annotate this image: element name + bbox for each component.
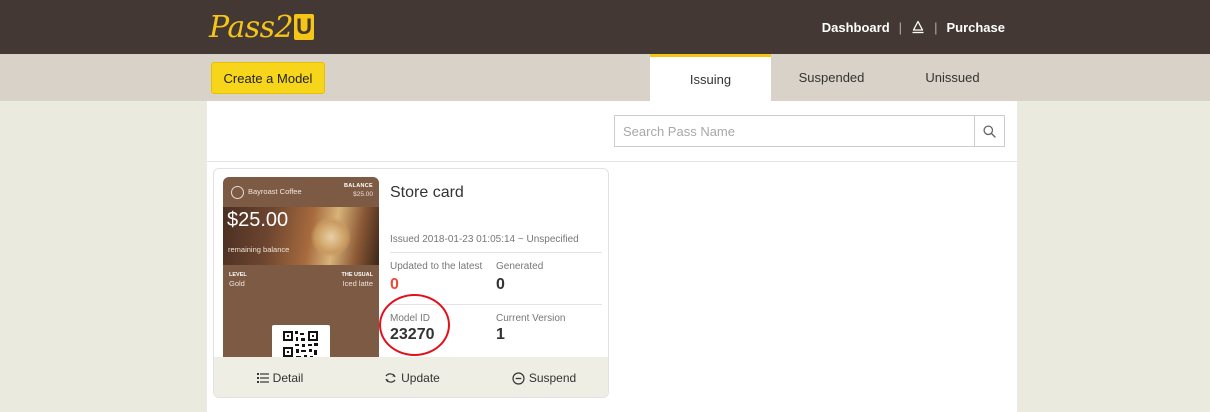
pass-model-card: Bayroast Coffee BALANCE $25.00 $25.00 re…	[213, 168, 609, 398]
logo-badge: U	[294, 14, 314, 40]
search-button[interactable]	[974, 116, 1004, 146]
pass-status-tabs: Issuing Suspended Unissued	[650, 54, 1013, 101]
highlight-circle	[379, 294, 450, 356]
update-label: Update	[401, 371, 440, 385]
detail-label: Detail	[272, 371, 304, 385]
pass-balance-label: BALANCE	[344, 183, 373, 189]
logo-text: Pass2	[209, 10, 294, 45]
dashboard-link[interactable]: Dashboard	[822, 20, 890, 35]
issued-date: Issued 2018-01-23 01:05:14 ~ Unspecified	[390, 234, 579, 245]
current-version-label: Current Version	[496, 313, 566, 324]
content-divider	[207, 161, 1017, 162]
card-actions: Detail Update Suspend	[214, 357, 608, 397]
tab-issuing[interactable]: Issuing	[650, 54, 771, 101]
detail-button[interactable]: Detail	[214, 371, 346, 385]
list-icon	[256, 373, 269, 383]
generated-value: 0	[496, 276, 505, 293]
pass-remaining-label: remaining balance	[228, 245, 290, 254]
nav-separator: |	[898, 19, 903, 35]
update-button[interactable]: Update	[346, 371, 478, 385]
suspend-label: Suspend	[528, 371, 577, 385]
updated-value: 0	[390, 276, 399, 293]
tab-suspended[interactable]: Suspended	[771, 54, 892, 101]
pass-level-label: LEVEL	[229, 272, 247, 278]
pass-usual-label: THE USUAL	[341, 272, 373, 278]
suspend-button[interactable]: Suspend	[478, 371, 608, 385]
pass-brand: Bayroast Coffee	[248, 187, 302, 196]
pass-header: Bayroast Coffee BALANCE $25.00	[223, 177, 379, 205]
sub-toolbar	[0, 54, 1210, 101]
search-icon	[983, 124, 996, 138]
search-input[interactable]	[615, 116, 974, 146]
pass-level-value: Gold	[229, 279, 245, 288]
user-icon[interactable]	[911, 20, 925, 34]
info-divider	[390, 252, 602, 253]
pass-usual-value: Iced latte	[342, 279, 373, 288]
generated-label: Generated	[496, 261, 544, 272]
refresh-icon	[384, 372, 397, 384]
current-version-value: 1	[496, 326, 505, 343]
create-model-button[interactable]: Create a Model	[211, 62, 325, 94]
tab-unissued[interactable]: Unissued	[892, 54, 1013, 101]
coffee-logo-icon	[231, 186, 244, 199]
pass-model-title: Store card	[390, 184, 464, 201]
qr-code-icon	[272, 325, 330, 357]
updated-label: Updated to the latest	[390, 261, 483, 272]
pass-balance-value: $25.00	[353, 191, 373, 198]
pass-amount: $25.00	[227, 209, 289, 231]
pass-preview[interactable]: Bayroast Coffee BALANCE $25.00 $25.00 re…	[223, 177, 379, 357]
minus-circle-icon	[512, 371, 525, 385]
search-box	[614, 115, 1005, 147]
pass2u-logo[interactable]: Pass2 U	[209, 9, 314, 45]
nav-separator: |	[934, 19, 938, 35]
purchase-link[interactable]: Purchase	[946, 20, 1005, 35]
top-nav: Dashboard | | Purchase	[822, 0, 1005, 54]
top-navbar: Pass2 U Dashboard | | Purchase	[0, 0, 1210, 54]
